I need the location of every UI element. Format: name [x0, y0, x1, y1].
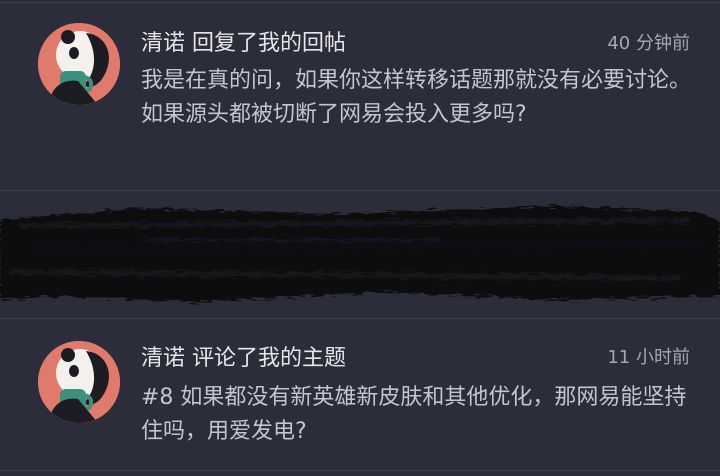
- divider: [0, 470, 720, 471]
- username[interactable]: 清诺: [141, 31, 185, 56]
- timestamp: 40 分钟前: [607, 33, 690, 54]
- redaction-scribble: [0, 206, 720, 302]
- panda-avatar-icon: [38, 341, 120, 423]
- username[interactable]: 清诺: [141, 346, 185, 371]
- notification-item-redacted[interactable]: [0, 191, 720, 318]
- notification-list: 清诺 回复了我的回帖 40 分钟前 我是在真的问，如果你这样转移话题那就没有必要…: [0, 0, 720, 476]
- message-text: 我是在真的问，如果你这样转移话题那就没有必要讨论。如果源头都被切断了网易会投入更…: [141, 68, 692, 127]
- panda-avatar-icon: [38, 23, 120, 105]
- avatar[interactable]: [38, 341, 120, 423]
- notification-title: 清诺 回复了我的回帖: [141, 30, 346, 58]
- action-text: 评论了我的主题: [192, 346, 347, 371]
- message-text: #8 如果都没有新英雄新皮肤和其他优化，那网易能坚持住吗，用爱发电?: [141, 385, 687, 444]
- avatar[interactable]: [38, 23, 120, 105]
- timestamp: 11 小时前: [607, 347, 690, 368]
- action-text: 回复了我的回帖: [192, 31, 347, 56]
- notification-item-reply[interactable]: 清诺 回复了我的回帖 40 分钟前 我是在真的问，如果你这样转移话题那就没有必要…: [0, 0, 720, 190]
- notification-item-comment[interactable]: 清诺 评论了我的主题 11 小时前 #8 如果都没有新英雄新皮肤和其他优化，那网…: [0, 319, 720, 469]
- notification-title: 清诺 评论了我的主题: [141, 345, 346, 373]
